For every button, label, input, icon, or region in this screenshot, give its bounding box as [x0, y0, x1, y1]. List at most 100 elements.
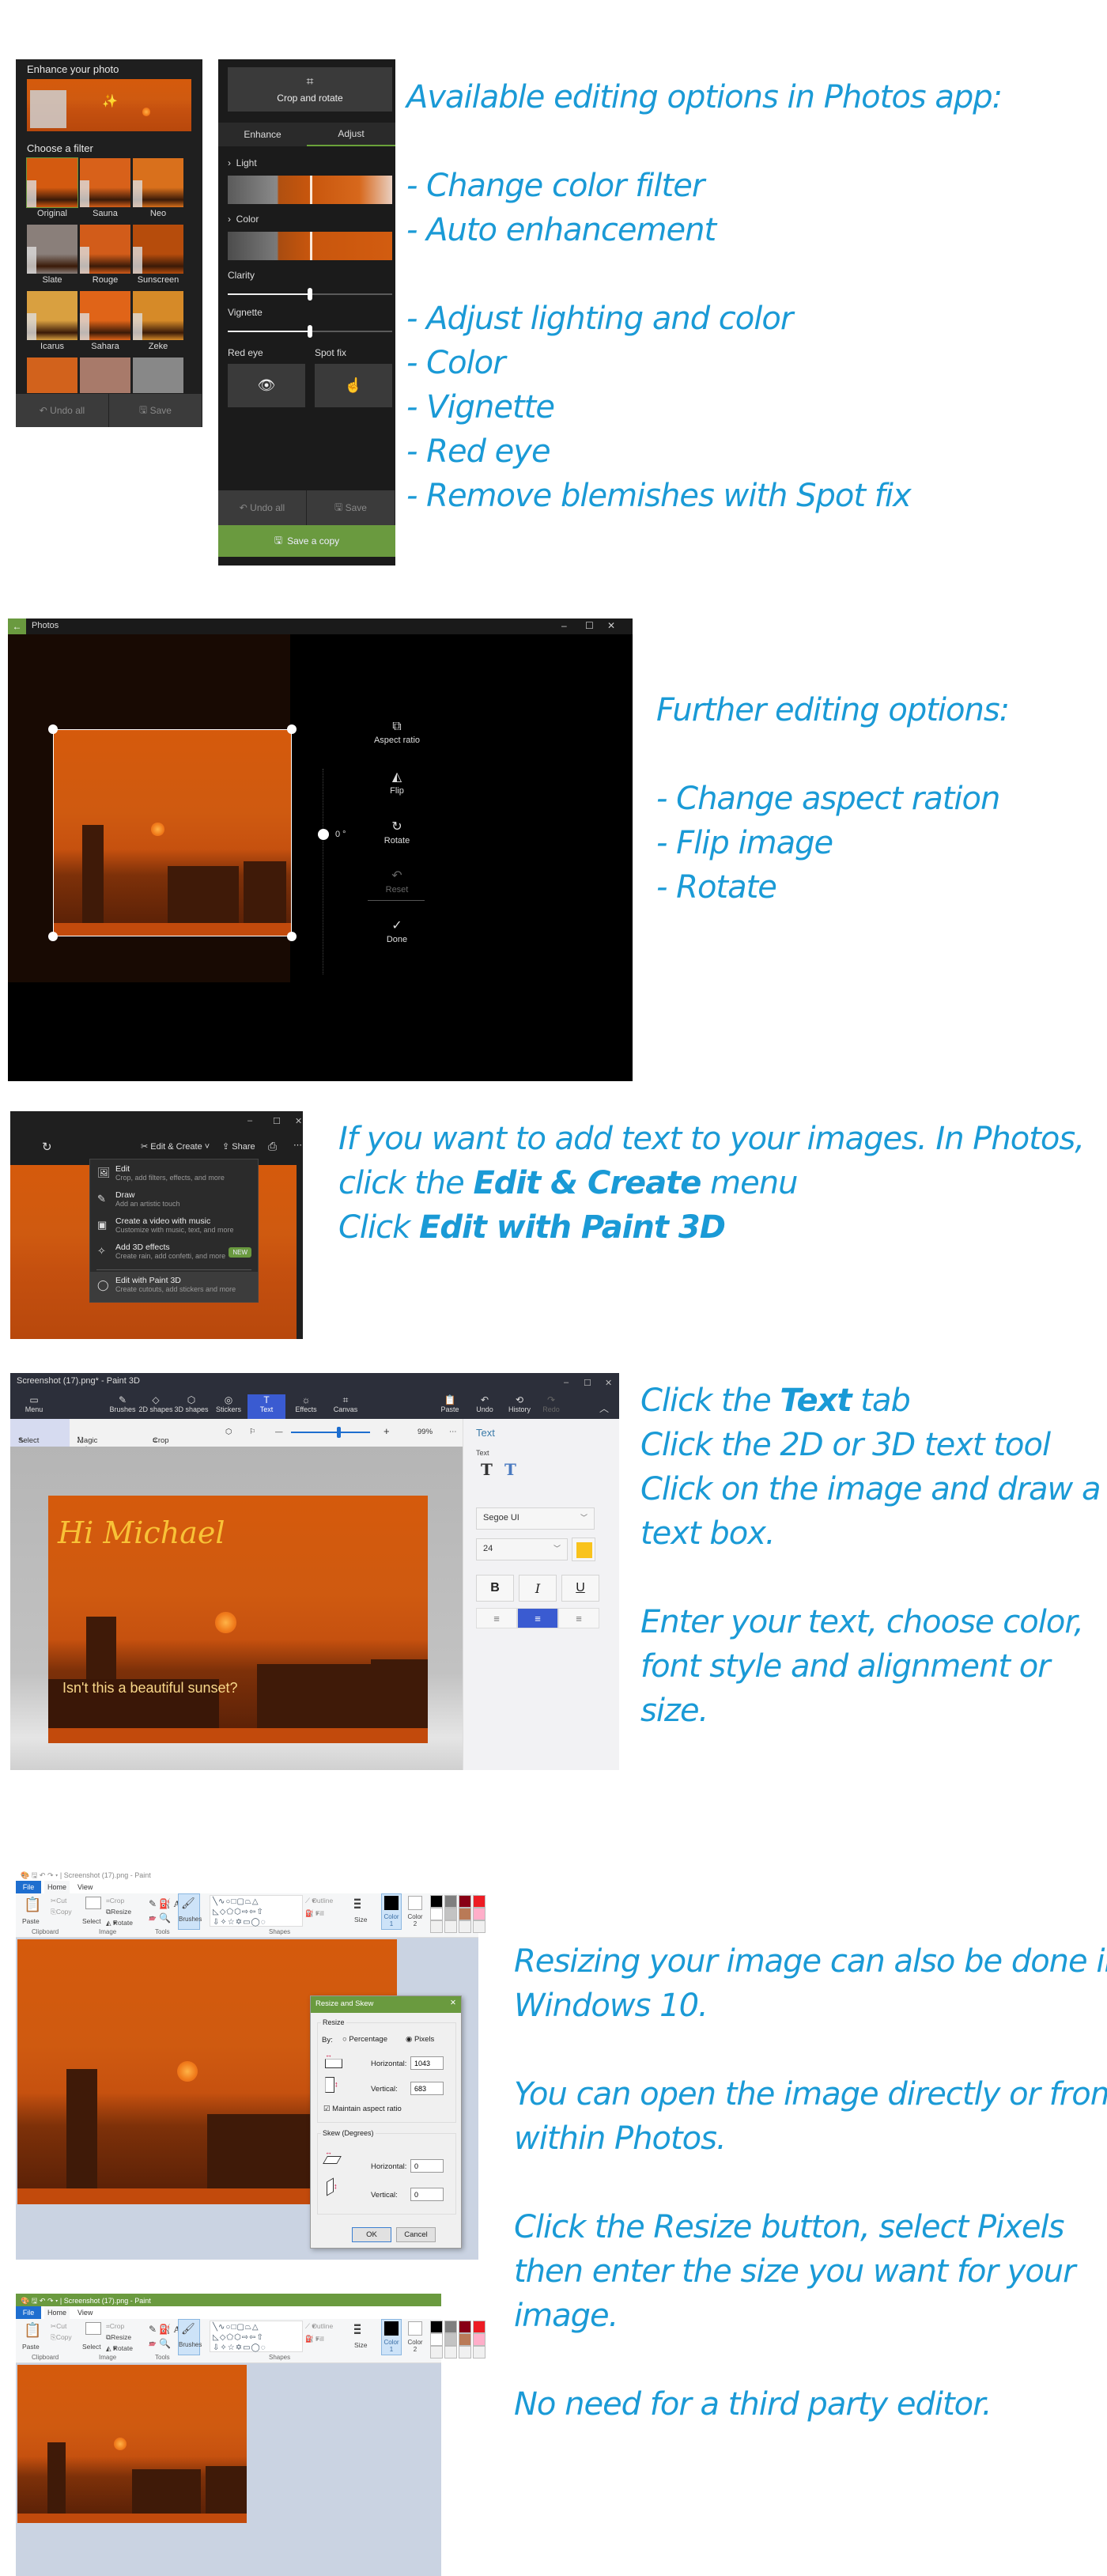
enhance-preview[interactable]: ✨ — [27, 79, 191, 131]
maximize-button[interactable]: ☐ — [273, 1116, 281, 1126]
message-text[interactable]: Isn't this a beautiful sunset? — [62, 1680, 238, 1697]
done-button[interactable]: ✓ Done — [372, 917, 422, 944]
canvas-image[interactable]: Hi Michael Isn't this a beautiful sunset… — [48, 1496, 428, 1743]
undo-all-button[interactable]: ↶ Undo all — [16, 394, 109, 427]
tab-text[interactable]: T Text — [247, 1394, 285, 1419]
color2-swatch[interactable] — [408, 2321, 422, 2336]
copy-button[interactable]: ⎘ Copy — [51, 2333, 72, 2342]
palette-swatch[interactable] — [430, 2346, 443, 2358]
spot-fix-button[interactable]: ☝ — [315, 364, 392, 407]
crop-button[interactable]: ⌗ Crop — [106, 2322, 124, 2331]
color2-button[interactable]: Color 2 — [406, 1913, 425, 1927]
vignette-slider[interactable] — [228, 325, 392, 338]
save-button[interactable]: 🖫 Save — [307, 490, 395, 525]
size-button[interactable]: Size — [354, 1916, 368, 1923]
canvas-image[interactable] — [17, 2365, 247, 2523]
palette-swatch[interactable] — [430, 1920, 443, 1933]
flip-button[interactable]: ◭ Flip — [372, 769, 422, 796]
share-button[interactable]: ⇪ Share — [222, 1141, 255, 1152]
palette-swatch[interactable] — [473, 2321, 485, 2333]
filter-thumbnail[interactable] — [133, 357, 183, 393]
rotate-icon[interactable]: ↻ — [42, 1140, 52, 1154]
select-button[interactable]: Select — [82, 2343, 101, 2351]
print-icon[interactable]: ⎙ — [268, 1140, 277, 1153]
2d-text-tool-icon[interactable]: T — [481, 1460, 493, 1479]
tab-paste[interactable]: 📋 Paste — [431, 1394, 469, 1413]
close-button[interactable]: ✕ — [605, 1378, 612, 1388]
collapse-ribbon-icon[interactable]: ︿ — [599, 1401, 609, 1415]
crop-button[interactable]: ⌗ Crop — [106, 1897, 124, 1905]
align-left-button[interactable]: ≡ — [476, 1608, 517, 1628]
greeting-text[interactable]: Hi Michael — [58, 1515, 225, 1550]
crop-handle-tr[interactable] — [287, 724, 297, 734]
tab-effects[interactable]: ☼ Effects — [287, 1394, 325, 1413]
file-menu[interactable]: File — [16, 1881, 41, 1893]
tab-redo[interactable]: ↷ Redo — [532, 1394, 570, 1413]
red-eye-button[interactable]: 👁 — [228, 364, 305, 407]
redo-icon[interactable]: ↷ — [47, 2297, 54, 2305]
shapes-gallery[interactable]: ╲∿○□▢⏢△ ◺◇⬠⬡⇨⇦⇧ ⇩✧☆✡▭◯◌ — [210, 2321, 303, 2352]
align-center-button[interactable]: ≡ — [517, 1608, 558, 1628]
light-label[interactable]: › Light — [228, 157, 257, 168]
palette-swatch[interactable] — [459, 2333, 471, 2346]
rotate-button[interactable]: ◭ Rotate ▾ — [106, 1919, 133, 1927]
percentage-radio[interactable]: ○ Percentage — [342, 2035, 387, 2044]
palette-swatch[interactable] — [444, 1895, 457, 1908]
filter-thumbnail[interactable] — [27, 357, 77, 393]
reset-button[interactable]: ↶ Reset — [372, 868, 422, 895]
palette-swatch[interactable] — [459, 2321, 471, 2333]
minimize-button[interactable]: – — [247, 1116, 252, 1125]
palette-swatch[interactable] — [473, 2333, 485, 2346]
menu-item-paint3d[interactable]: ◯ Edit with Paint 3D Create cutouts, add s… — [90, 1272, 258, 1302]
palette-swatch[interactable] — [430, 2333, 443, 2346]
tab-home[interactable]: Home — [44, 2306, 70, 2319]
tab-2d-shapes[interactable]: ◇ 2D shapes — [137, 1394, 175, 1413]
font-size-dropdown[interactable]: 24 ﹀ — [476, 1538, 568, 1560]
tab-canvas[interactable]: ⌗ Canvas — [327, 1394, 365, 1413]
close-button[interactable]: ✕ — [295, 1116, 302, 1126]
palette-swatch[interactable] — [444, 1920, 457, 1933]
flag-icon[interactable]: ⚐ — [249, 1428, 256, 1436]
select-button[interactable]: Select — [82, 1917, 101, 1925]
rotate-button[interactable]: ↻ Rotate — [372, 819, 422, 845]
maximize-button[interactable]: ☐ — [584, 1378, 591, 1388]
color2-button[interactable]: Color 2 — [406, 2339, 425, 2353]
tab-enhance[interactable]: Enhance — [218, 123, 307, 146]
filter-thumbnail-icarus[interactable] — [27, 291, 77, 340]
edit-create-button[interactable]: ✂ Edit & Create ˅ — [141, 1141, 210, 1152]
italic-button[interactable]: I — [519, 1575, 557, 1602]
file-menu[interactable]: File — [16, 2306, 41, 2319]
save-button[interactable]: 🖫 Save — [109, 394, 202, 427]
palette-swatch[interactable] — [473, 2346, 485, 2358]
minimize-button[interactable]: – — [561, 620, 567, 631]
save-icon[interactable]: 🖫 — [32, 1871, 38, 1879]
menu-item-create-video[interactable]: ▣ Create a video with music Customize with… — [90, 1214, 258, 1240]
undo-icon[interactable]: ↶ — [40, 1871, 46, 1879]
filter-thumbnail-original[interactable] — [26, 157, 78, 208]
zoom-slider[interactable] — [291, 1427, 370, 1438]
tab-adjust[interactable]: Adjust — [307, 123, 395, 146]
palette-swatch[interactable] — [459, 2346, 471, 2358]
close-button[interactable]: ✕ — [450, 1999, 456, 2007]
redo-icon[interactable]: ↷ — [47, 1871, 54, 1879]
menu-item-3d-effects[interactable]: ✧ Add 3D effects Create rain, add confetti… — [90, 1240, 258, 1266]
palette-swatch[interactable] — [473, 1920, 485, 1933]
outline-button[interactable]: ⟋ Outline ▾ — [305, 2322, 333, 2331]
paste-button[interactable]: Paste — [22, 1917, 40, 1925]
save-copy-button[interactable]: 🖫 Save a copy — [218, 525, 395, 557]
menu-item-draw[interactable]: ✎ Draw Add an artistic touch — [90, 1188, 258, 1214]
minimize-button[interactable]: – — [564, 1378, 569, 1387]
palette-swatch[interactable] — [459, 1895, 471, 1908]
crop-rotate-button[interactable]: ⌗ Crop and rotate — [228, 67, 392, 112]
filter-thumbnail-sauna[interactable] — [80, 158, 130, 207]
tab-menu[interactable]: ▭ Menu — [15, 1394, 53, 1413]
copy-button[interactable]: ⎘ Copy — [51, 1908, 72, 1916]
filter-thumbnail-sunscreen[interactable] — [133, 225, 183, 274]
fill-button[interactable]: ⛽ Fill ▾ — [305, 1909, 324, 1918]
tools-icons[interactable]: ✎ ⛽ A — [149, 2324, 180, 2336]
palette-swatch[interactable] — [473, 1908, 485, 1920]
skew-horizontal-input[interactable] — [410, 2159, 444, 2173]
pixels-radio[interactable]: ◉ Pixels — [406, 2035, 434, 2044]
maintain-aspect-checkbox[interactable]: ☑ Maintain aspect ratio — [323, 2105, 402, 2113]
skew-vertical-input[interactable] — [410, 2188, 444, 2201]
